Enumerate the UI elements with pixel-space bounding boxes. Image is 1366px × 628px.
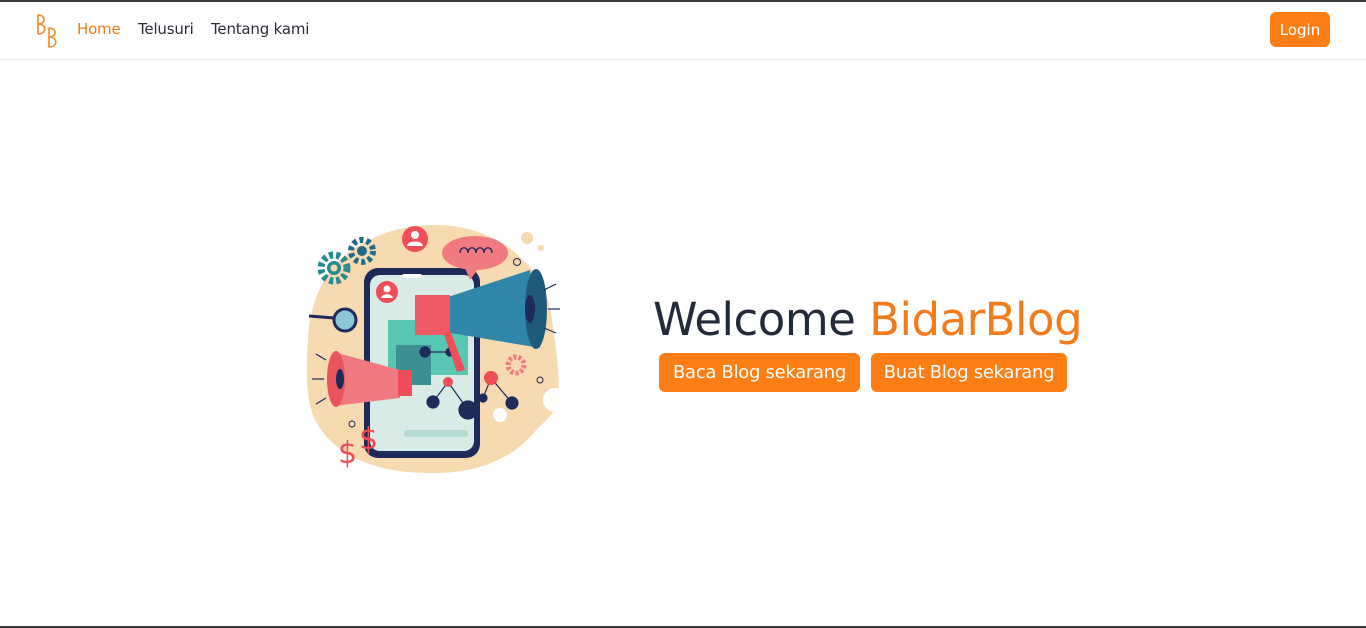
welcome-text: Welcome — [653, 293, 856, 346]
nav-telusuri-link[interactable]: Telusuri — [138, 20, 194, 38]
welcome-heading: Welcome BidarBlog — [653, 292, 1083, 348]
nav-tentang-kami-link[interactable]: Tentang kami — [211, 20, 309, 38]
nav-home-link[interactable]: Home — [77, 20, 121, 38]
megaphone-smartphone-illustration: $ $ — [306, 224, 562, 474]
brand-name: BidarBlog — [869, 293, 1083, 346]
read-blog-button[interactable]: Baca Blog sekarang — [659, 353, 860, 392]
svg-text:$: $ — [338, 436, 357, 471]
navbar: Home Telusuri Tentang kami Login — [0, 2, 1366, 60]
write-blog-button[interactable]: Buat Blog sekarang — [871, 353, 1067, 392]
svg-text:$: $ — [359, 422, 378, 457]
login-button[interactable]: Login — [1270, 12, 1330, 47]
bb-logo-icon[interactable] — [34, 12, 64, 50]
